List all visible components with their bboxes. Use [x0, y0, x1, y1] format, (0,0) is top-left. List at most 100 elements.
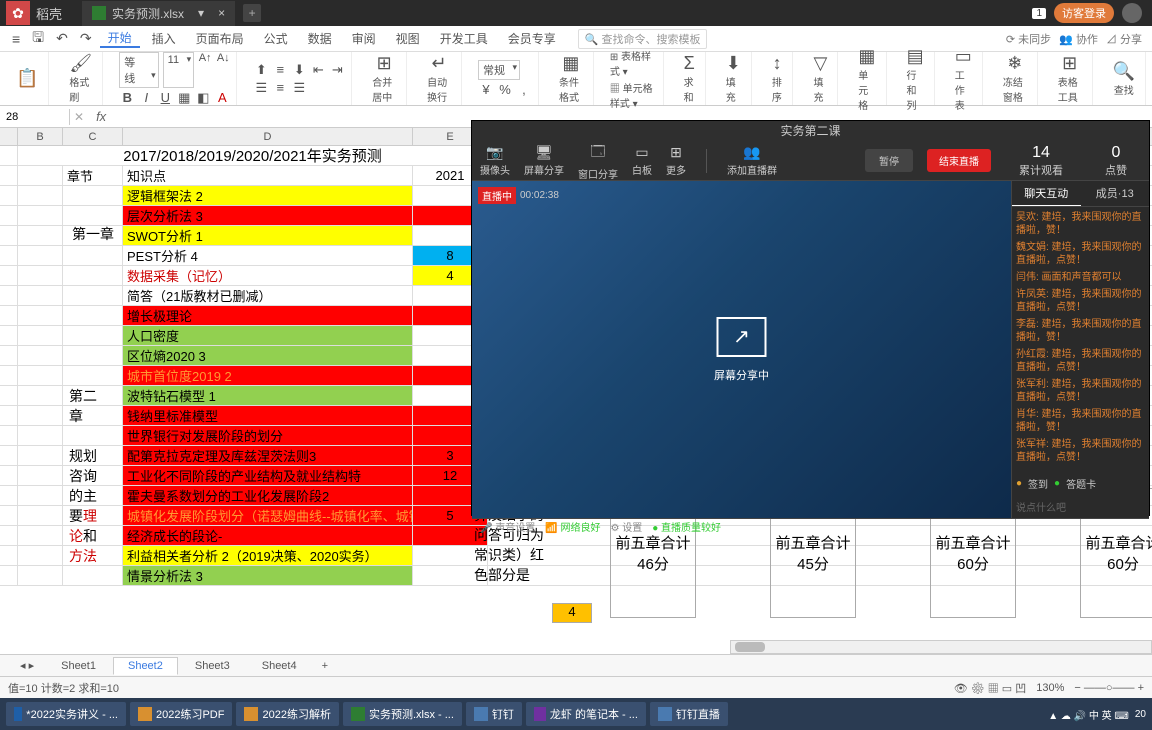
- chat-tab-interact[interactable]: 聊天互动: [1012, 181, 1081, 206]
- stream-tool[interactable]: ⊞更多: [666, 144, 686, 177]
- ribbon-tab-8[interactable]: 会员专享: [500, 30, 564, 47]
- find-button[interactable]: 🔍查找: [1109, 59, 1139, 99]
- sort-button[interactable]: ↕排序: [768, 51, 787, 106]
- name-box[interactable]: 28: [0, 109, 70, 125]
- taskbar-item[interactable]: 钉钉: [466, 702, 522, 726]
- close-tab-icon[interactable]: ×: [218, 6, 225, 20]
- ribbon-tab-1[interactable]: 插入: [144, 30, 184, 47]
- sheet-tab-Sheet1[interactable]: Sheet1: [46, 657, 111, 675]
- end-stream-button[interactable]: 结束直播: [927, 149, 991, 172]
- quiz-button[interactable]: 答题卡: [1066, 476, 1096, 491]
- sheet-tab-Sheet3[interactable]: Sheet3: [180, 657, 245, 675]
- align-left-icon[interactable]: ☰: [253, 80, 269, 96]
- dropdown-icon[interactable]: ▾: [198, 6, 204, 20]
- table-style-button[interactable]: ⊞ 表格样式 ▾: [610, 48, 657, 78]
- ribbon-tab-0[interactable]: 开始: [100, 29, 140, 48]
- number-format-select[interactable]: 常规: [478, 60, 520, 80]
- view-icons[interactable]: 👁 ⚙ ▦ ▭ 凹: [954, 680, 1027, 696]
- cancel-icon[interactable]: ✕: [70, 110, 88, 124]
- format-painter[interactable]: 🖌格式刷: [65, 51, 96, 106]
- sheet-button[interactable]: ▭工作表: [951, 44, 976, 114]
- fx-icon[interactable]: fx: [88, 109, 114, 124]
- bold-icon[interactable]: B: [119, 90, 135, 106]
- login-button[interactable]: 访客登录: [1054, 3, 1114, 23]
- indent-dec-icon[interactable]: ⇤: [310, 62, 326, 78]
- command-search[interactable]: 🔍 查找命令、搜索模板: [578, 29, 708, 49]
- percent-icon[interactable]: %: [497, 82, 513, 97]
- font-size-select[interactable]: 11: [163, 52, 194, 88]
- ribbon-tab-5[interactable]: 审阅: [344, 30, 384, 47]
- chat-messages[interactable]: 吴欢: 建培，我来围观你的直播啦，赞！魏文娟: 建培，我来围观你的直播啦，点赞！…: [1012, 207, 1149, 472]
- cond-format-button[interactable]: ▦条件格式: [555, 51, 587, 106]
- streaming-window[interactable]: 实务第二课 📷摄像头🖥屏幕分享🗔窗口分享▭白板⊞更多 👥添加直播群 暂停 结束直…: [471, 120, 1150, 516]
- align-top-icon[interactable]: ⬆: [253, 62, 269, 78]
- checkin-button[interactable]: 签到: [1028, 476, 1048, 491]
- notification-badge[interactable]: 1: [1032, 8, 1046, 19]
- comma-icon[interactable]: ,: [516, 82, 532, 97]
- chat-input-hint[interactable]: 说点什么吧: [1012, 495, 1149, 518]
- h-scrollbar[interactable]: [730, 640, 1152, 654]
- currency-icon[interactable]: ¥: [478, 82, 494, 97]
- border-icon[interactable]: ▦: [176, 90, 192, 106]
- taskbar-item[interactable]: 2022练习解析: [236, 702, 338, 726]
- tab-nav-icon[interactable]: ◂ ▸: [20, 659, 34, 672]
- col-header-C[interactable]: C: [63, 128, 123, 145]
- taskbar-item[interactable]: 龙虾 的笔记本 - ...: [526, 702, 646, 726]
- taskbar-item[interactable]: 钉钉直播: [650, 702, 728, 726]
- taskbar-item[interactable]: *2022实务讲义 - ...: [6, 702, 126, 726]
- font-name-select[interactable]: 等线: [119, 52, 158, 88]
- tools-button[interactable]: ⊞表格工具: [1054, 51, 1086, 106]
- taskbar-item[interactable]: 实务预测.xlsx - ...: [343, 702, 462, 726]
- align-center-icon[interactable]: ≡: [272, 80, 288, 96]
- merge-button[interactable]: ⊞合并居中: [368, 51, 400, 106]
- file-tab[interactable]: 实务预测.xlsx ▾ ×: [82, 1, 235, 26]
- pause-button[interactable]: 暂停: [865, 149, 913, 172]
- align-mid-icon[interactable]: ≡: [272, 62, 288, 78]
- stream-tool[interactable]: ▭白板: [632, 144, 652, 177]
- stream-tool[interactable]: 🖥屏幕分享: [524, 144, 564, 177]
- sheet-tab-Sheet4[interactable]: Sheet4: [247, 657, 312, 675]
- redo-icon[interactable]: ↷: [76, 30, 96, 47]
- ribbon-tab-3[interactable]: 公式: [256, 30, 296, 47]
- collab-button[interactable]: 👥 协作: [1059, 31, 1098, 47]
- stream-tool[interactable]: 🗔窗口分享: [578, 141, 618, 181]
- ribbon-tab-4[interactable]: 数据: [300, 30, 340, 47]
- fill-color-icon[interactable]: ◧: [195, 90, 211, 106]
- fill-button[interactable]: ⬇填充: [722, 51, 745, 106]
- filter-button[interactable]: ▽填充: [809, 51, 831, 106]
- sheet-tab-Sheet2[interactable]: Sheet2: [113, 657, 178, 675]
- gdp-value-cell[interactable]: 4: [552, 603, 592, 623]
- align-right-icon[interactable]: ☰: [291, 80, 307, 96]
- zoom-level[interactable]: 130%: [1036, 682, 1064, 694]
- add-group-button[interactable]: 👥添加直播群: [727, 144, 777, 177]
- audio-settings[interactable]: 🎤 声音设置: [480, 519, 535, 534]
- underline-icon[interactable]: U: [157, 90, 173, 106]
- ribbon-tab-7[interactable]: 开发工具: [432, 30, 496, 47]
- align-bot-icon[interactable]: ⬇: [291, 62, 307, 78]
- chat-tab-members[interactable]: 成员·13: [1081, 181, 1150, 206]
- title-cell[interactable]: 2017/2018/2019/2020/2021年实务预测: [18, 146, 488, 165]
- zoom-slider[interactable]: − ——○—— +: [1074, 682, 1144, 694]
- rowcol-button[interactable]: ▤行和列: [903, 44, 928, 114]
- sync-status[interactable]: ⟳ 未同步: [1006, 31, 1051, 47]
- decrease-font-icon[interactable]: A↓: [216, 52, 230, 88]
- taskbar-item[interactable]: 2022练习PDF: [130, 702, 232, 726]
- sum-button[interactable]: Σ求和: [680, 51, 699, 106]
- tray-icons[interactable]: ▲ ☁ 🔊 中 英 ⌨: [1048, 707, 1129, 722]
- ribbon-tab-2[interactable]: 页面布局: [188, 30, 252, 47]
- stream-tool[interactable]: 📷摄像头: [480, 144, 510, 177]
- avatar[interactable]: [1122, 3, 1142, 23]
- clock[interactable]: 20: [1135, 709, 1146, 720]
- font-color-icon[interactable]: A: [214, 90, 230, 106]
- undo-icon[interactable]: ↶: [52, 30, 72, 47]
- add-sheet-button[interactable]: +: [314, 660, 336, 672]
- col-header-B[interactable]: B: [18, 128, 63, 145]
- menu-icon[interactable]: ≡: [8, 31, 24, 47]
- increase-font-icon[interactable]: A↑: [198, 52, 212, 88]
- add-tab-button[interactable]: +: [243, 4, 261, 22]
- ribbon-tab-6[interactable]: 视图: [388, 30, 428, 47]
- wrap-button[interactable]: ↵自动换行: [423, 51, 455, 106]
- italic-icon[interactable]: I: [138, 90, 154, 106]
- cell-button[interactable]: ▦单元格: [854, 44, 879, 114]
- freeze-button[interactable]: ❄冻结窗格: [999, 51, 1031, 106]
